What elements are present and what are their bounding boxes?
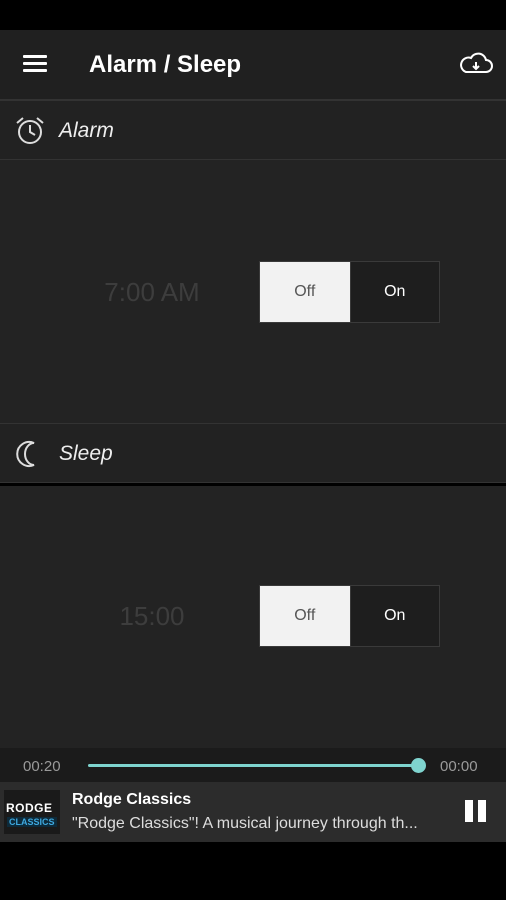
moon-icon — [14, 438, 46, 470]
station-description: "Rodge Classics"! A musical journey thro… — [72, 815, 418, 832]
alarm-off-button[interactable]: Off — [260, 262, 350, 322]
alarm-toggle: Off On — [259, 261, 440, 323]
alarm-time[interactable]: 7:00 AM — [52, 277, 252, 308]
alarm-clock-icon — [14, 115, 46, 147]
elapsed-time: 00:20 — [23, 758, 61, 775]
alarm-section-header: Alarm — [0, 100, 506, 160]
page-title: Alarm / Sleep — [89, 51, 242, 78]
progress-track[interactable] — [88, 764, 418, 767]
mini-player[interactable]: RODGE CLASSICS Rodge Classics "Rodge Cla… — [0, 782, 506, 842]
alarm-section: 7:00 AM Off On — [0, 160, 506, 423]
alarm-section-label: Alarm — [59, 119, 114, 142]
status-bar — [0, 0, 506, 30]
remaining-time: 00:00 — [440, 758, 478, 775]
sleep-time[interactable]: 15:00 — [52, 601, 252, 632]
sleep-toggle: Off On — [259, 585, 440, 647]
cloud-icon[interactable] — [456, 50, 496, 80]
sleep-section-header: Sleep — [0, 423, 506, 483]
player-progress: 00:20 00:00 — [0, 748, 506, 782]
pause-icon[interactable] — [462, 798, 490, 826]
hamburger-menu-icon[interactable] — [14, 50, 56, 80]
app-bar: Alarm / Sleep — [0, 30, 506, 100]
sleep-on-button[interactable]: On — [349, 586, 439, 646]
navigation-bar — [0, 842, 506, 900]
sleep-section-label: Sleep — [59, 442, 113, 465]
sleep-section: 15:00 Off On — [0, 486, 506, 748]
progress-thumb[interactable] — [411, 758, 426, 773]
logo-text-top: RODGE — [6, 801, 53, 815]
sleep-off-button[interactable]: Off — [260, 586, 350, 646]
station-name: Rodge Classics — [72, 791, 192, 808]
station-logo: RODGE CLASSICS — [4, 790, 60, 834]
alarm-on-button[interactable]: On — [349, 262, 439, 322]
logo-text-bottom: CLASSICS — [7, 817, 57, 827]
